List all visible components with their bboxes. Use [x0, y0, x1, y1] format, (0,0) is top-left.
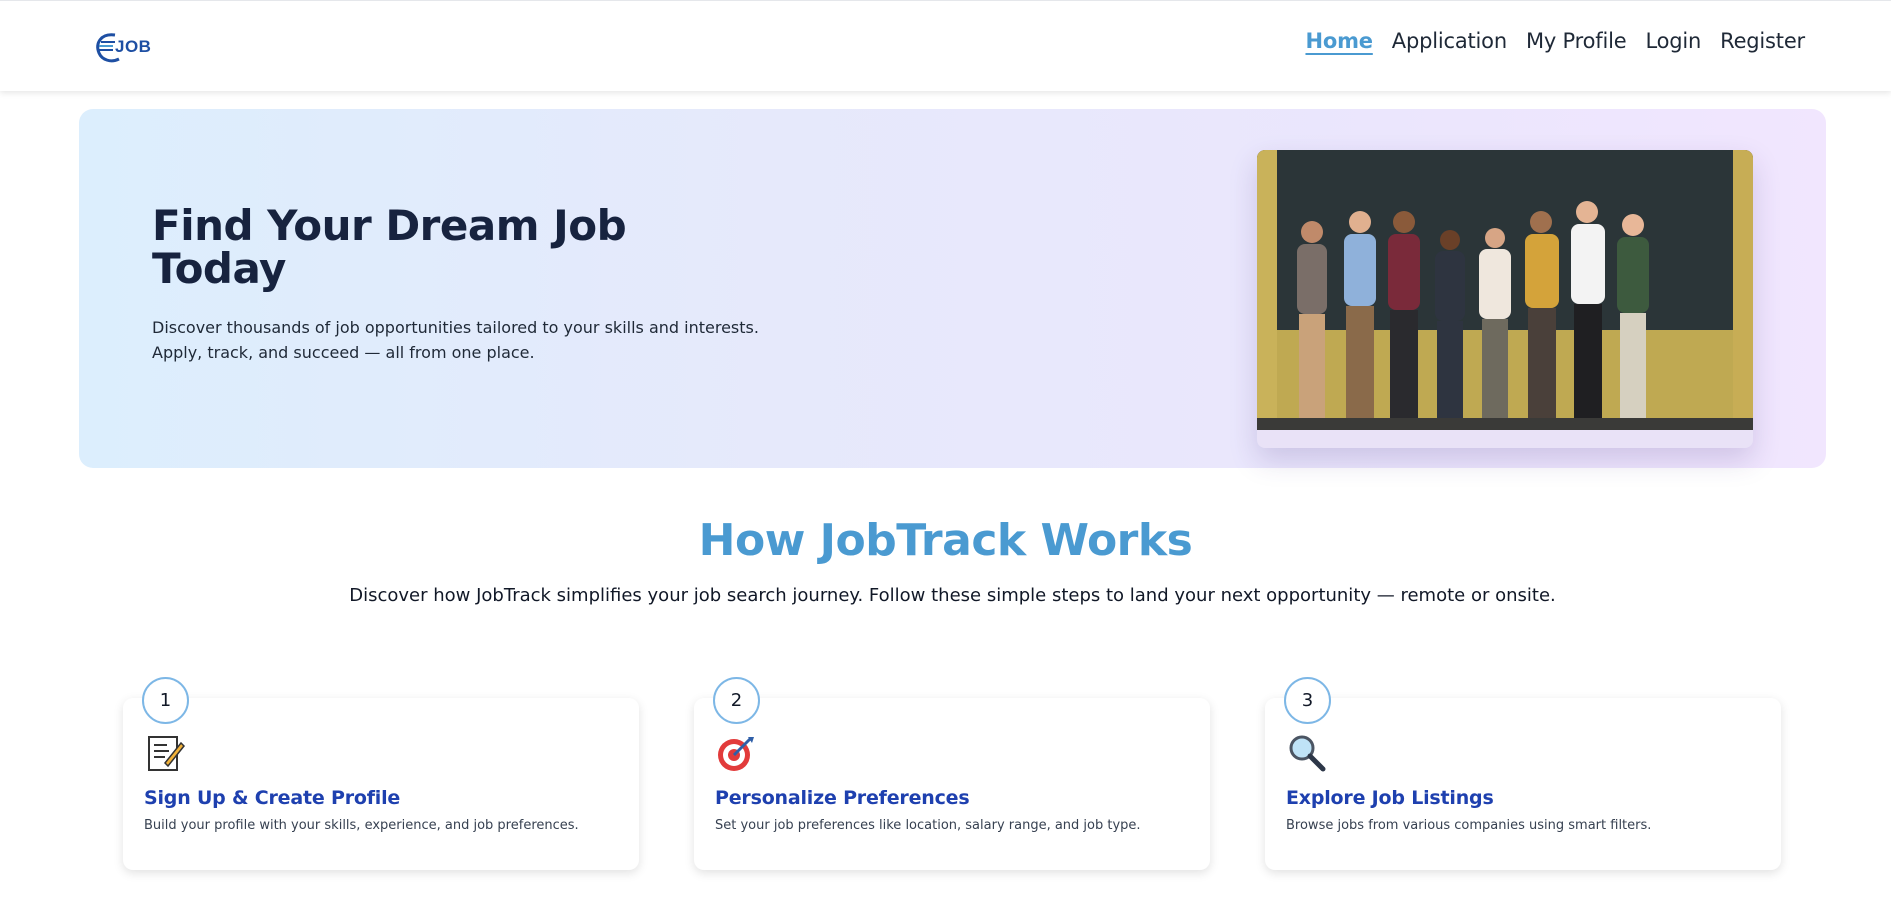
- step-description: Set your job preferences like location, …: [715, 818, 1141, 833]
- step-card: 3 Explore Job Listings Browse jobs from …: [1265, 677, 1781, 870]
- hero-image: [1257, 150, 1753, 448]
- magnifier-icon: [1289, 735, 1326, 772]
- nav-application[interactable]: Application: [1392, 29, 1507, 53]
- hero-subtitle: Discover thousands of job opportunities …: [152, 315, 792, 365]
- main-nav: Home Application My Profile Login Regist…: [1305, 29, 1805, 53]
- hero-title: Find Your Dream Job Today: [152, 201, 627, 293]
- hero-subtitle-line-1: Discover thousands of job opportunities …: [152, 318, 759, 337]
- step-description: Build your profile with your skills, exp…: [144, 818, 579, 833]
- logo-text: JOB: [115, 37, 152, 56]
- how-section-title: How JobTrack Works: [698, 515, 1193, 566]
- step-title: Explore Job Listings: [1286, 787, 1494, 809]
- step-card: 1 Sign Up & Create Profile Build your pr…: [123, 677, 639, 870]
- nav-register[interactable]: Register: [1720, 29, 1805, 53]
- step-title: Sign Up & Create Profile: [144, 787, 401, 809]
- logo[interactable]: JOB: [93, 28, 163, 66]
- step-number-badge: 3: [1284, 677, 1331, 724]
- step-number-badge: 2: [713, 677, 760, 724]
- step-description: Browse jobs from various companies using…: [1286, 818, 1652, 833]
- hero-banner: Find Your Dream Job Today Discover thous…: [79, 109, 1826, 468]
- step-title: Personalize Preferences: [715, 787, 970, 809]
- nav-login[interactable]: Login: [1645, 29, 1701, 53]
- hero-subtitle-line-2: Apply, track, and succeed — all from one…: [152, 343, 535, 362]
- step-number-badge: 1: [142, 677, 189, 724]
- target-icon: [718, 737, 754, 771]
- how-section-subtitle: Discover how JobTrack simplifies your jo…: [349, 585, 1556, 606]
- memo-icon: [148, 736, 185, 771]
- team-celebrating-photo: [1257, 150, 1753, 430]
- site-header: JOB Home Application My Profile Login Re…: [0, 0, 1891, 91]
- step-card: 2 Personalize Preferences Set your job p…: [694, 677, 1210, 870]
- nav-my-profile[interactable]: My Profile: [1526, 29, 1627, 53]
- nav-home[interactable]: Home: [1305, 29, 1373, 53]
